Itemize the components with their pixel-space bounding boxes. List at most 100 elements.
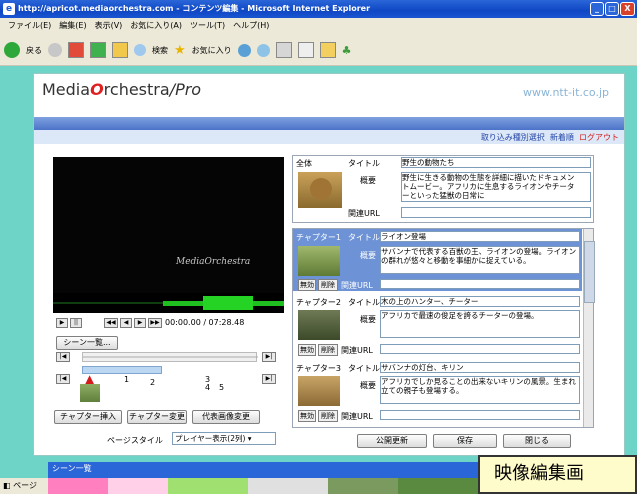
stop-icon[interactable] xyxy=(68,42,84,58)
overall-related-label: 関連URL xyxy=(348,209,380,218)
change-thumbnail-button[interactable]: 代表画像変更 xyxy=(192,410,260,424)
chapter-3-related-label: 関連URL xyxy=(341,412,373,421)
chapter-3-related-input[interactable] xyxy=(380,410,580,420)
chapter-2-related-input[interactable] xyxy=(380,344,580,354)
step-back-button[interactable]: ◀ xyxy=(120,318,132,328)
chapter-3-summary-textarea[interactable]: アフリカでしか見ることの出来ないキリンの風景。生まれ立ての親子も登場する。 xyxy=(380,376,580,404)
header-band xyxy=(34,117,624,130)
chapter-2-heading: チャプター2 xyxy=(296,298,342,307)
chapter-2-related-label: 関連URL xyxy=(341,346,373,355)
overall-heading: 全体 xyxy=(296,159,312,168)
overall-thumbnail xyxy=(298,172,342,208)
current-frame-thumbnail xyxy=(80,384,100,402)
type-select-link[interactable]: 取り込み種別選択 xyxy=(481,133,545,142)
forward-arrow-icon[interactable] xyxy=(48,43,62,57)
chapter-2-summary-label: 概要 xyxy=(360,315,376,324)
chevron-down-icon: ▾ xyxy=(247,434,252,443)
chapter-mark-4: 4 xyxy=(205,383,211,392)
favorites-star-icon[interactable]: ★ xyxy=(174,43,186,58)
chapter-2-disable-button[interactable]: 無効 xyxy=(298,344,316,356)
pause-button[interactable]: || xyxy=(70,318,82,328)
menu-bar: ファイル(E) 編集(E) 表示(V) お気に入り(A) ツール(T) ヘルプ(H) xyxy=(0,18,637,34)
chapter-3-thumbnail xyxy=(298,376,340,406)
back-button[interactable]: 戻る xyxy=(26,45,42,56)
ie-icon: e xyxy=(3,3,15,15)
timeline-start-button[interactable]: |◀ xyxy=(56,352,70,362)
overall-title-input[interactable]: 野生の動物たち xyxy=(401,157,591,168)
video-screen[interactable] xyxy=(53,157,284,293)
insert-chapter-button[interactable]: チャプター挿入 xyxy=(54,410,122,424)
refresh-icon[interactable] xyxy=(90,42,106,58)
menu-item-2[interactable]: 表示(V) xyxy=(95,21,123,30)
history-icon[interactable] xyxy=(237,43,251,57)
audio-waveform xyxy=(53,293,284,313)
site-url: www.ntt-it.co.jp xyxy=(522,86,609,99)
chapter-mark-2: 2 xyxy=(150,378,156,387)
chapter-1-related-input[interactable] xyxy=(380,279,580,289)
window-title: http://apricot.mediaorchestra.com - コンテン… xyxy=(18,4,371,13)
chapter-1-summary-label: 概要 xyxy=(360,251,376,260)
newest-link[interactable]: 新着順 xyxy=(550,133,574,142)
chapters-scroll-thumb[interactable] xyxy=(584,241,595,303)
scene-list-title: シーン一覧 xyxy=(52,464,92,473)
menu-item-1[interactable]: 編集(E) xyxy=(59,21,86,30)
chapter-1-disable-button[interactable]: 無効 xyxy=(298,279,316,291)
back-arrow-icon[interactable] xyxy=(4,42,20,58)
publish-button[interactable]: 公開更新 xyxy=(357,434,427,448)
chapter-3-delete-button[interactable]: 削除 xyxy=(318,410,338,422)
logout-link[interactable]: ログアウト xyxy=(579,133,619,142)
overall-summary-label: 概要 xyxy=(360,176,376,185)
folder-icon[interactable] xyxy=(319,42,336,58)
chapter-1-thumbnail xyxy=(298,246,340,276)
chapter-next-button[interactable]: ▶| xyxy=(262,374,276,384)
scene-strip[interactable] xyxy=(48,478,498,494)
overall-related-input[interactable] xyxy=(401,207,591,218)
save-button[interactable]: 保存 xyxy=(433,434,497,448)
close-button[interactable]: 閉じる xyxy=(503,434,571,448)
chapter-2-delete-button[interactable]: 削除 xyxy=(318,344,338,356)
timeline-end-button[interactable]: ▶| xyxy=(262,352,276,362)
print-icon[interactable] xyxy=(275,42,292,58)
maximize-button[interactable]: □ xyxy=(605,2,619,16)
menu-item-3[interactable]: お気に入り(A) xyxy=(130,21,182,30)
overall-summary-textarea[interactable]: 野生に生きる動物の生態を詳細に描いたドキュメントムービー。アフリカに生息するライ… xyxy=(401,172,591,202)
edit-icon[interactable] xyxy=(297,42,314,58)
chapter-1-title-input[interactable]: ライオン登場 xyxy=(380,231,580,242)
chapter-2-title-input[interactable]: 木の上のハンター、チーター xyxy=(380,296,580,307)
fast-forward-button[interactable]: ▶▶ xyxy=(148,318,162,328)
minimize-button[interactable]: _ xyxy=(590,2,604,16)
mail-icon[interactable] xyxy=(256,43,270,57)
messenger-icon[interactable]: ♣ xyxy=(342,44,352,57)
browser-toolbar: 戻る 検索 ★ お気に入り ♣ xyxy=(0,34,637,66)
page-style-select[interactable]: プレイヤー表示(2列) ▾ xyxy=(172,432,276,445)
play-button[interactable]: ▶ xyxy=(56,318,68,328)
chapter-mark-5: 5 xyxy=(219,383,225,392)
menu-item-4[interactable]: ツール(T) xyxy=(190,21,225,30)
step-forward-button[interactable]: ▶ xyxy=(134,318,146,328)
chapter-2-summary-textarea[interactable]: アフリカで最速の俊足を誇るチーターの登場。 xyxy=(380,310,580,338)
favorites-button[interactable]: お気に入り xyxy=(192,45,232,56)
header-links: 取り込み種別選択 新着順 ログアウト xyxy=(481,132,619,143)
menu-item-0[interactable]: ファイル(E) xyxy=(8,21,51,30)
chapter-1-delete-button[interactable]: 削除 xyxy=(318,279,338,291)
chapter-3-disable-button[interactable]: 無効 xyxy=(298,410,316,422)
scene-list-button[interactable]: シーン一覧... xyxy=(56,336,118,350)
timeline-scale[interactable] xyxy=(82,352,258,362)
rewind-button[interactable]: ◀◀ xyxy=(104,318,118,328)
change-chapter-button[interactable]: チャプター変更 xyxy=(127,410,187,424)
scene-list-window[interactable] xyxy=(48,462,498,494)
chapter-1-summary-textarea[interactable]: サバンナで代表する百獣の王、ライオンの登場。ライオンの群れが悠々と移動を事細かに… xyxy=(380,246,580,274)
chapter-1-heading: チャプター1 xyxy=(296,233,342,242)
search-icon[interactable] xyxy=(134,44,146,56)
chapter-prev-button[interactable]: |◀ xyxy=(56,374,70,384)
chapter-3-title-input[interactable]: サバンナの灯台、キリン xyxy=(380,362,580,373)
close-window-button[interactable]: X xyxy=(620,2,635,16)
page-style-label: ページスタイル xyxy=(107,436,163,445)
time-readout: 00:00.00 / 07:28.48 xyxy=(165,318,245,327)
chapters-scrollbar[interactable] xyxy=(583,229,595,427)
menu-item-5[interactable]: ヘルプ(H) xyxy=(233,21,269,30)
home-icon[interactable] xyxy=(112,42,128,58)
search-button[interactable]: 検索 xyxy=(152,45,168,56)
chapter-2-thumbnail xyxy=(298,310,340,340)
chapter-mark-1: 1 xyxy=(124,375,130,384)
